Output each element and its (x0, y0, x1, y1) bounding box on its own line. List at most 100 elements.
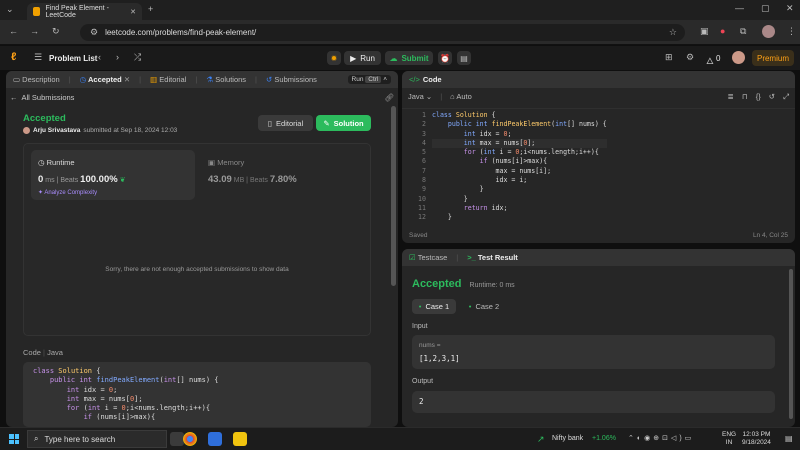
case-2-tab[interactable]: • Case 2 (462, 299, 506, 314)
maximize-icon[interactable]: ▢ (761, 3, 770, 14)
tab-submissions[interactable]: ↺ Submissions (266, 75, 317, 84)
code-editor[interactable]: 1 2 3 4 5 6 7 8 9 10 11 12 class Solution { public … (402, 108, 795, 226)
task-view-icon[interactable] (170, 432, 184, 446)
bookmark-star-icon[interactable]: ☆ (669, 27, 677, 38)
tray-icons[interactable]: ⌃◐◉⊕⊡◁)▭ (628, 434, 694, 442)
line-numbers: 1 2 3 4 5 6 7 8 9 10 11 12 (418, 111, 426, 222)
notification-icon[interactable]: ▤ (785, 434, 793, 443)
chrome-menu-icon[interactable]: ⋮ (787, 26, 796, 37)
settings-gear-icon[interactable]: ⚙ (686, 52, 694, 63)
tab-testcase[interactable]: ☑ Testcase (409, 253, 447, 262)
reload-icon[interactable]: ↻ (52, 26, 60, 37)
tab-accepted[interactable]: ◷ Accepted ✕ (80, 75, 131, 84)
extension-red-icon[interactable]: ● (720, 26, 725, 36)
store-taskbar-icon[interactable] (208, 432, 222, 446)
submitter-name[interactable]: Arju Srivastava (33, 127, 80, 134)
result-scrollbar[interactable] (789, 269, 793, 419)
test-result-tab-label: Test Result (477, 253, 518, 262)
not-enough-data-notice: Sorry, there are not enough accepted sub… (105, 266, 289, 273)
site-info-icon[interactable]: ⚙ (90, 27, 98, 38)
editorial-button-label: Editorial (276, 118, 304, 128)
left-panel: ▭ Description | ◷ Accepted ✕ | ▥ Editori… (6, 71, 398, 427)
lang-indicator[interactable]: ENG IN (722, 431, 736, 447)
submitted-time: submitted at Sep 18, 2024 12:03 (83, 127, 178, 134)
left-scrollbar[interactable] (391, 106, 396, 286)
braces-icon[interactable]: {} (756, 92, 761, 101)
clock[interactable]: 12:03 PM 9/18/2024 (742, 431, 771, 447)
url-field[interactable]: ⚙ leetcode.com/problems/find-peak-elemen… (80, 24, 685, 41)
bookmark-icon[interactable]: ⊓ (742, 92, 748, 101)
analyze-complexity-link[interactable]: Analyze Complexity (44, 190, 97, 196)
runtime-card[interactable]: ◷ Runtime 0 ms | Beats 100.00% ❦ ✦ Analy… (31, 150, 195, 200)
result-runtime: Runtime: 0 ms (469, 282, 515, 289)
problem-list-icon[interactable]: ☰ (34, 52, 42, 63)
notes-icon[interactable]: ▤ (457, 51, 471, 65)
premium-button[interactable]: Premium (752, 50, 794, 66)
tab-description[interactable]: ▭ Description (13, 75, 60, 84)
back-icon[interactable]: ← (9, 26, 18, 36)
run-button[interactable]: ▶ Run (344, 51, 381, 65)
memory-beats-label: Beats (249, 177, 268, 184)
forward-icon[interactable]: → (30, 26, 39, 36)
all-submissions-link[interactable]: All Submissions (22, 93, 75, 102)
shuffle-icon[interactable]: ⤮ (134, 52, 141, 63)
cursor-position: Ln 4, Col 25 (752, 232, 788, 239)
language-select[interactable]: Java ⌄ (408, 92, 432, 101)
windows-start-icon[interactable] (9, 434, 19, 444)
memory-card[interactable]: ▣ Memory 43.09 MB | Beats 7.80% (201, 150, 365, 200)
close-tab-icon[interactable]: ✕ (124, 75, 130, 84)
tab-editorial[interactable]: ▥ Editorial (150, 75, 186, 84)
close-window-icon[interactable]: ✕ (786, 3, 794, 14)
tab-solutions[interactable]: ⚗ Solutions (206, 75, 246, 84)
streak-fire-icon[interactable]: 🜂 (706, 52, 714, 70)
solution-button[interactable]: ✎ Solution (316, 115, 371, 131)
tab-test-result[interactable]: >_ Test Result (467, 253, 518, 262)
tab-search-icon[interactable]: ⌄ (6, 4, 14, 15)
memory-beats-value: 7.80% (269, 174, 297, 185)
runtime-value: 0 (38, 174, 44, 185)
debug-button[interactable]: ✹ (327, 51, 341, 65)
output-value: 2 (419, 397, 424, 406)
file-explorer-icon[interactable] (233, 432, 247, 446)
stock-name[interactable]: Nifty bank (552, 435, 583, 442)
checkbox-icon: ☑ (409, 253, 416, 262)
close-tab-icon[interactable]: ✕ (130, 8, 136, 16)
browser-tab[interactable]: Find Peak Element - LeetCode ✕ (27, 3, 142, 20)
case-1-label: Case 1 (425, 302, 450, 311)
chrome-taskbar-icon[interactable] (183, 432, 197, 446)
auto-mode-toggle[interactable]: ⌂ Auto (450, 92, 472, 101)
profile-avatar[interactable] (762, 25, 775, 38)
case-1-tab[interactable]: • Case 1 (412, 299, 456, 314)
language-value: Java (408, 92, 424, 101)
new-tab-icon[interactable]: + (148, 4, 153, 14)
submit-button[interactable]: ☁ Submit (385, 51, 433, 65)
editorial-button[interactable]: ▯ Editorial (258, 115, 313, 131)
tab-submissions-label: Submissions (274, 75, 317, 84)
result-status: Accepted (412, 278, 462, 290)
submitter-avatar (23, 127, 30, 134)
input-box: nums = [1,2,3,1] (412, 335, 775, 369)
reset-icon[interactable]: ↺ (769, 92, 775, 101)
memory-value: 43.09 (208, 174, 232, 185)
tab-title: Find Peak Element - LeetCode (45, 4, 109, 19)
minimize-icon[interactable]: — (735, 3, 744, 13)
back-arrow-icon[interactable]: ← (10, 93, 18, 102)
layout-grid-icon[interactable]: ⊞ (665, 52, 673, 63)
format-icon[interactable]: ≣ (728, 92, 734, 101)
leetcode-logo[interactable]: ℓ (11, 51, 16, 63)
taskbar-search[interactable]: ⌕ Type here to search (27, 430, 167, 448)
prev-problem-icon[interactable]: ‹ (98, 52, 101, 62)
ctrl-key-label: Ctrl (365, 76, 382, 83)
timer-icon[interactable]: ⏰ (438, 51, 452, 65)
extension-icon[interactable]: ▣ (700, 26, 709, 37)
link-icon[interactable]: 🔗︎ (384, 93, 394, 102)
user-avatar[interactable] (732, 51, 745, 64)
search-placeholder: Type here to search (44, 434, 116, 444)
problem-list-link[interactable]: Problem List (49, 54, 97, 63)
lang-primary: ENG (722, 431, 737, 438)
fullscreen-icon[interactable]: ⤢ (783, 92, 789, 102)
extensions-puzzle-icon[interactable]: ⧉ (740, 26, 746, 37)
submit-label: Submit (401, 53, 429, 63)
next-problem-icon[interactable]: › (116, 52, 119, 62)
book-icon: ▯ (267, 118, 273, 128)
